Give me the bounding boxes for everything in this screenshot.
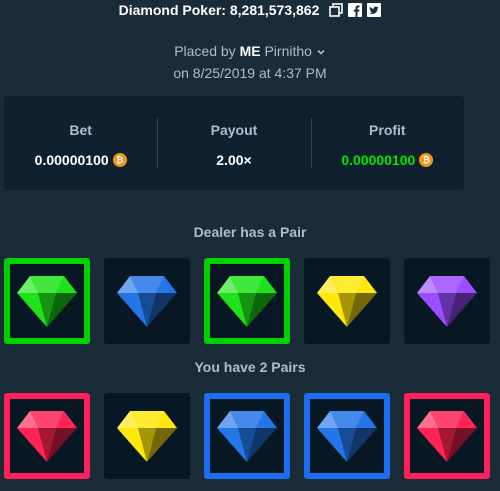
blue-gem-icon <box>116 274 178 328</box>
twitter-icon[interactable] <box>367 3 382 17</box>
payout-label: Payout <box>210 122 258 138</box>
date-line: on 8/25/2019 at 4:37 PM <box>173 65 327 81</box>
dealer-gem-row <box>4 258 490 344</box>
player-gem-card <box>304 393 390 479</box>
player-gem-card <box>204 393 290 479</box>
placed-by-line: Placed by ME Pirnitho <box>0 40 500 62</box>
bet-title: Diamond Poker: 8,281,573,862 <box>118 2 320 18</box>
stat-bet: Bet 0.00000100 ₿ <box>4 96 157 190</box>
player-gem-card <box>4 393 90 479</box>
bet-meta: Placed by ME Pirnitho on 8/25/2019 at 4:… <box>0 40 500 84</box>
dealer-gem-card <box>104 258 190 344</box>
yellow-gem-icon <box>316 274 378 328</box>
profit-value: 0.00000100 <box>341 152 416 168</box>
payout-value: 2.00× <box>216 152 252 168</box>
bet-header: Diamond Poker: 8,281,573,862 <box>0 0 500 20</box>
red-gem-icon <box>16 409 78 463</box>
blue-gem-icon <box>316 409 378 463</box>
dealer-gem-card <box>4 258 90 344</box>
player-result-label: You have 2 Pairs <box>194 359 306 375</box>
bet-value: 0.00000100 <box>34 152 109 168</box>
username-link[interactable]: Pirnitho <box>264 43 311 59</box>
green-gem-icon <box>16 274 78 328</box>
dealer-gem-card <box>304 258 390 344</box>
player-gem-card <box>104 393 190 479</box>
dealer-gem-card <box>204 258 290 344</box>
player-gem-row <box>4 393 490 479</box>
yellow-gem-icon <box>116 409 178 463</box>
bet-stats-panel: Bet 0.00000100 ₿ Payout 2.00× Profit 0.0… <box>4 96 464 190</box>
bet-label: Bet <box>69 122 92 138</box>
profit-label: Profit <box>369 122 406 138</box>
bet-value-row: 0.00000100 ₿ <box>35 152 127 168</box>
green-gem-icon <box>216 274 278 328</box>
chevron-down-icon[interactable] <box>316 47 326 57</box>
profit-value-row: 0.00000100 ₿ <box>341 152 434 168</box>
blue-gem-icon <box>216 409 278 463</box>
stat-profit: Profit 0.00000100 ₿ <box>310 96 464 190</box>
copy-icon[interactable] <box>329 3 344 17</box>
purple-gem-icon <box>416 274 478 328</box>
facebook-icon[interactable] <box>348 3 363 17</box>
dealer-result-label: Dealer has a Pair <box>193 224 307 240</box>
bitcoin-icon: ₿ <box>419 153 434 167</box>
placed-by-prefix: Placed by <box>174 43 236 59</box>
payout-value-row: 2.00× <box>216 152 251 168</box>
bitcoin-icon: ₿ <box>112 153 127 167</box>
username-badge: ME <box>239 43 261 59</box>
red-gem-icon <box>416 409 478 463</box>
player-gem-card <box>404 393 490 479</box>
dealer-gem-card <box>404 258 490 344</box>
stat-payout: Payout 2.00× <box>157 96 310 190</box>
